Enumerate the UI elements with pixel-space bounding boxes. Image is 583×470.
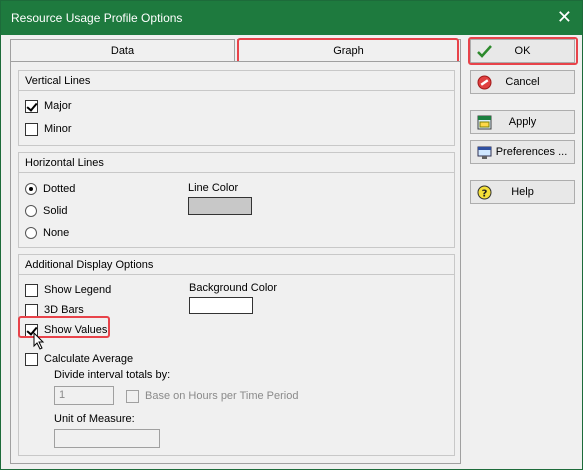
show-legend-row[interactable]: Show Legend [25,282,111,298]
base-on-hours-row[interactable]: Base on Hours per Time Period [126,388,298,404]
solid-label: Solid [43,205,68,217]
horizontal-lines-group: Horizontal Lines Dotted Solid None Line … [18,152,455,248]
dotted-radio-row[interactable]: Dotted [25,181,75,197]
unit-of-measure-input[interactable] [54,429,160,448]
help-button[interactable]: ? Help [470,180,575,204]
additional-options-header: Additional Display Options [19,255,454,275]
3d-bars-label: 3D Bars [44,304,84,316]
base-on-hours-checkbox[interactable] [126,389,139,403]
minor-label: Minor [44,123,72,135]
cancel-label: Cancel [505,76,540,88]
background-color-label: Background Color [189,282,278,294]
none-radio[interactable] [25,227,37,239]
tab-data-label: Data [110,45,135,57]
show-values-label: Show Values [44,324,108,336]
minor-checkbox-row[interactable]: Minor [25,121,72,137]
vertical-lines-group: Vertical Lines Major Minor [18,70,455,146]
divide-interval-label: Divide interval totals by: [54,369,171,381]
calculate-average-label: Calculate Average [44,353,134,365]
cancel-button[interactable]: Cancel [470,70,575,94]
line-color-label: Line Color [188,182,239,194]
preferences-button[interactable]: Preferences ... [470,140,575,164]
tab-graph-label: Graph [333,45,364,57]
solid-radio-row[interactable]: Solid [25,203,67,219]
apply-label: Apply [508,116,537,128]
options-panel: Vertical Lines Major Minor Horizontal Li… [10,61,461,464]
3d-bars-checkbox[interactable] [25,303,38,317]
background-color-swatch[interactable] [189,297,253,314]
additional-options-group: Additional Display Options Show Legend 3… [18,254,455,456]
3d-bars-row[interactable]: 3D Bars [25,302,84,318]
tab-data[interactable]: Data [10,39,235,63]
dotted-label: Dotted [43,183,76,195]
mouse-cursor-icon [33,332,45,350]
horizontal-lines-header: Horizontal Lines [19,153,454,173]
vertical-lines-header: Vertical Lines [19,71,454,91]
none-label: None [43,227,70,239]
minor-checkbox[interactable] [25,122,38,136]
ok-button[interactable]: OK [470,39,575,63]
close-icon[interactable]: ✕ [557,7,572,27]
calculate-average-row[interactable]: Calculate Average [25,351,133,367]
show-legend-checkbox[interactable] [25,283,38,297]
base-on-hours-label: Base on Hours per Time Period [145,390,299,402]
unit-of-measure-label: Unit of Measure: [54,413,135,425]
preferences-label: Preferences ... [495,146,568,158]
help-label: Help [511,186,534,198]
title-bar: Resource Usage Profile Options ✕ [1,1,582,35]
calculate-average-checkbox[interactable] [25,352,38,366]
dialog-window: Resource Usage Profile Options ✕ Data Gr… [0,0,583,470]
major-label: Major [44,100,72,112]
tab-graph[interactable]: Graph [237,39,461,63]
apply-button[interactable]: Apply [470,110,575,134]
major-checkbox-row[interactable]: Major [25,98,72,114]
dotted-radio[interactable] [25,183,37,195]
show-legend-label: Show Legend [44,284,112,296]
divide-interval-input[interactable]: 1 [54,386,114,405]
tab-bar: Data Graph [10,39,461,63]
none-radio-row[interactable]: None [25,225,69,241]
solid-radio[interactable] [25,205,37,217]
window-title: Resource Usage Profile Options [11,11,183,25]
line-color-swatch[interactable] [188,197,252,215]
major-checkbox[interactable] [25,99,38,113]
ok-label: OK [514,45,531,57]
